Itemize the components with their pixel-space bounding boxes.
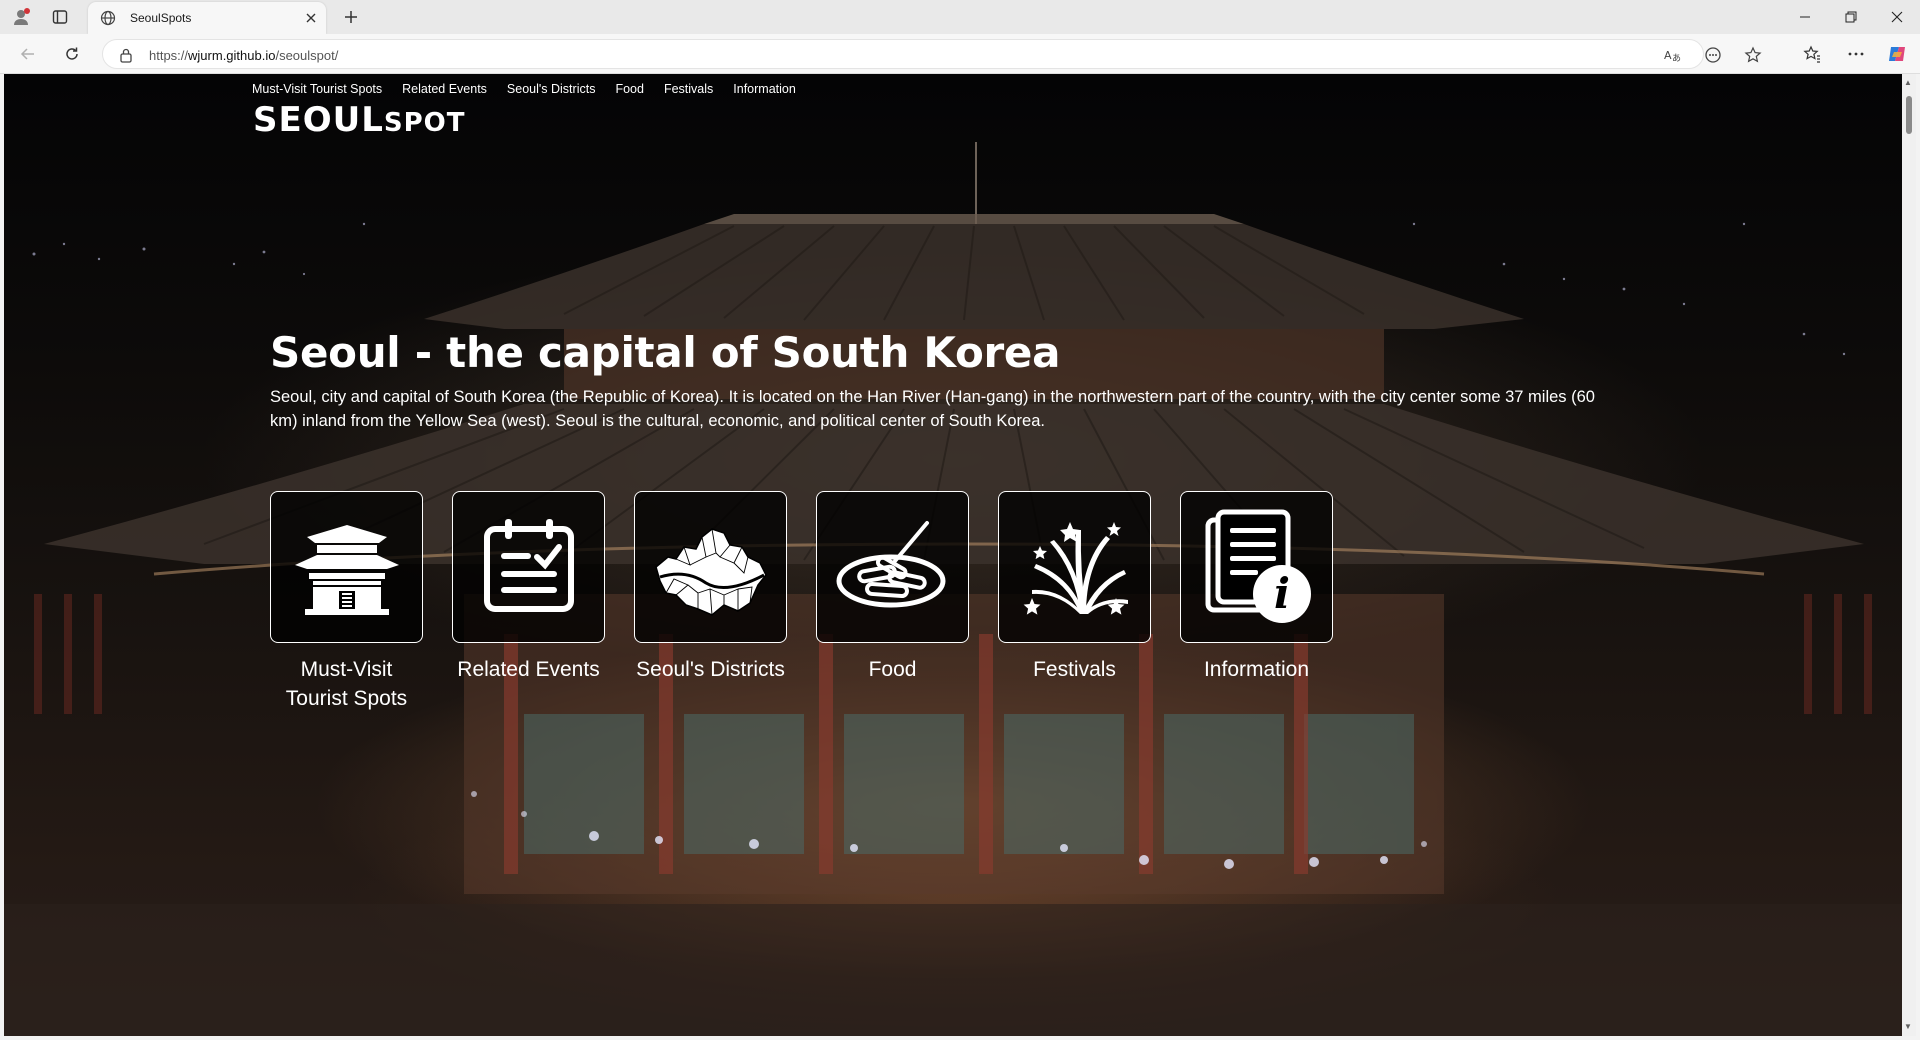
card-icon-box[interactable]	[270, 491, 423, 643]
refresh-button[interactable]	[58, 41, 86, 67]
globe-icon	[100, 10, 116, 31]
close-window-button[interactable]	[1874, 0, 1920, 34]
page-scrollbar[interactable]: ▲ ▼	[1902, 74, 1916, 1036]
back-button[interactable]	[14, 41, 42, 67]
card-icon-box[interactable]	[816, 491, 969, 643]
nav-link-festivals[interactable]: Festivals	[664, 82, 713, 96]
card-districts[interactable]: Seoul's Districts	[634, 491, 787, 713]
card-icon-box[interactable]	[452, 491, 605, 643]
favorites-icon[interactable]	[1801, 43, 1823, 65]
card-related-events[interactable]: Related Events	[452, 491, 605, 713]
scroll-up-icon[interactable]: ▲	[1904, 78, 1912, 87]
svg-text:A: A	[1664, 49, 1672, 62]
clipboard-check-icon	[483, 519, 574, 612]
browser-address-bar: https://wjurm.github.io/seoulspot/ Aあ	[0, 34, 1920, 74]
url-field[interactable]: https://wjurm.github.io/seoulspot/ Aあ	[102, 39, 1762, 69]
nav-link-food[interactable]: Food	[615, 82, 644, 96]
close-tab-icon[interactable]	[304, 11, 318, 30]
profile-icon[interactable]	[9, 5, 33, 29]
tteokbokki-icon	[836, 521, 945, 608]
browser-tab-active[interactable]: SeoulSpots	[88, 2, 326, 34]
seoul-map-icon	[654, 528, 767, 616]
fireworks-icon	[1023, 522, 1128, 615]
scroll-down-icon[interactable]: ▼	[1904, 1022, 1912, 1031]
tab-title: SeoulSpots	[130, 11, 192, 25]
tab-actions-icon[interactable]	[48, 5, 72, 29]
site-logo[interactable]: SEOULSPOT	[253, 100, 466, 140]
card-festivals[interactable]: Festivals	[998, 491, 1151, 713]
nav-link-related-events[interactable]: Related Events	[402, 82, 487, 96]
restore-button[interactable]	[1828, 0, 1874, 34]
card-label: Festivals	[1033, 658, 1116, 681]
hero-description: Seoul, city and capital of South Korea (…	[270, 388, 1595, 430]
card-food[interactable]: Food	[816, 491, 969, 713]
browser-tab-bar: SeoulSpots	[0, 0, 1920, 34]
settings-more-icon[interactable]	[1845, 43, 1867, 65]
new-tab-button[interactable]	[338, 5, 364, 29]
page-viewport: Must-Visit Tourist Spots Related Events …	[4, 74, 1902, 1036]
info-document-icon: i	[1205, 509, 1311, 623]
card-icon-box[interactable]	[634, 491, 787, 643]
lock-icon[interactable]	[119, 47, 133, 68]
nav-link-districts[interactable]: Seoul's Districts	[507, 82, 596, 96]
card-label: Food	[868, 658, 917, 681]
read-aloud-icon[interactable]: Aあ	[1663, 45, 1683, 65]
category-cards: Must-Visit Tourist Spots Related Events	[270, 491, 1362, 713]
nav-link-information[interactable]: Information	[733, 82, 796, 96]
favorite-star-icon[interactable]	[1743, 45, 1763, 65]
minimize-button[interactable]	[1782, 0, 1828, 34]
hero-section: Seoul - the capital of South Korea Seoul…	[270, 328, 1620, 433]
copilot-icon[interactable]	[1886, 43, 1908, 65]
card-information[interactable]: i Information	[1180, 491, 1333, 713]
card-icon-box[interactable]: i	[1180, 491, 1333, 643]
nav-link-tourist-spots[interactable]: Must-Visit Tourist Spots	[252, 82, 382, 96]
card-label: Seoul's Districts	[636, 658, 785, 681]
palace-icon	[294, 525, 399, 615]
more-tools-circle-icon[interactable]	[1703, 45, 1723, 65]
scroll-thumb[interactable]	[1906, 96, 1912, 134]
svg-text:あ: あ	[1672, 53, 1681, 63]
svg-text:i: i	[1274, 569, 1290, 618]
hero-title: Seoul - the capital of South Korea	[270, 328, 1061, 377]
card-label: Must-Visit Tourist Spots	[285, 658, 408, 710]
url-text: https://wjurm.github.io/seoulspot/	[149, 48, 339, 63]
card-icon-box[interactable]	[998, 491, 1151, 643]
card-tourist-spots[interactable]: Must-Visit Tourist Spots	[270, 491, 423, 713]
card-label: Information	[1203, 658, 1310, 681]
card-label: Related Events	[457, 658, 600, 681]
site-nav: Must-Visit Tourist Spots Related Events …	[252, 82, 816, 96]
